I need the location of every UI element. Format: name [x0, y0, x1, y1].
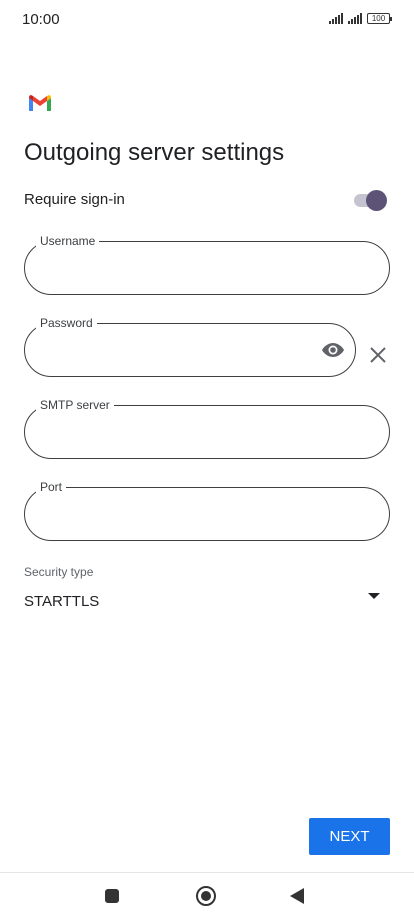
- page-title: Outgoing server settings: [24, 139, 285, 166]
- port-label: Port: [36, 480, 67, 494]
- security-type-select[interactable]: STARTTLS: [24, 593, 99, 610]
- next-button[interactable]: NEXT: [309, 818, 390, 855]
- status-time: 10:00: [22, 11, 60, 28]
- battery-icon: 100: [367, 13, 392, 24]
- dropdown-arrow-icon[interactable]: [366, 590, 382, 602]
- smtp-server-label: SMTP server: [36, 398, 114, 412]
- security-type-label: Security type: [24, 565, 94, 579]
- toggle-thumb: [366, 190, 387, 211]
- eye-icon[interactable]: [321, 340, 345, 360]
- home-icon[interactable]: [196, 886, 216, 906]
- smtp-server-field[interactable]: SMTP server: [24, 398, 390, 459]
- username-label: Username: [36, 234, 100, 248]
- nav-bar: [0, 873, 414, 920]
- signal-icon: [329, 13, 343, 24]
- gmail-logo: [29, 95, 51, 111]
- close-icon[interactable]: [366, 343, 390, 367]
- require-signin-label: Require sign-in: [24, 191, 125, 208]
- password-label: Password: [36, 316, 97, 330]
- password-field[interactable]: Password: [24, 316, 356, 377]
- port-input[interactable]: [43, 502, 303, 526]
- port-field[interactable]: Port: [24, 480, 390, 541]
- status-icons: 100: [329, 13, 392, 24]
- password-input[interactable]: [43, 338, 303, 362]
- screen: 10:00 100 Outgoing server settings Requi…: [0, 0, 414, 920]
- back-icon[interactable]: [290, 888, 304, 904]
- signal-icon: [348, 13, 362, 24]
- status-bar: 10:00 100: [0, 0, 414, 40]
- username-input[interactable]: [43, 256, 303, 280]
- require-signin-toggle[interactable]: [354, 190, 388, 211]
- username-field[interactable]: Username: [24, 234, 390, 295]
- recents-icon[interactable]: [105, 889, 119, 903]
- smtp-server-input[interactable]: [43, 420, 303, 444]
